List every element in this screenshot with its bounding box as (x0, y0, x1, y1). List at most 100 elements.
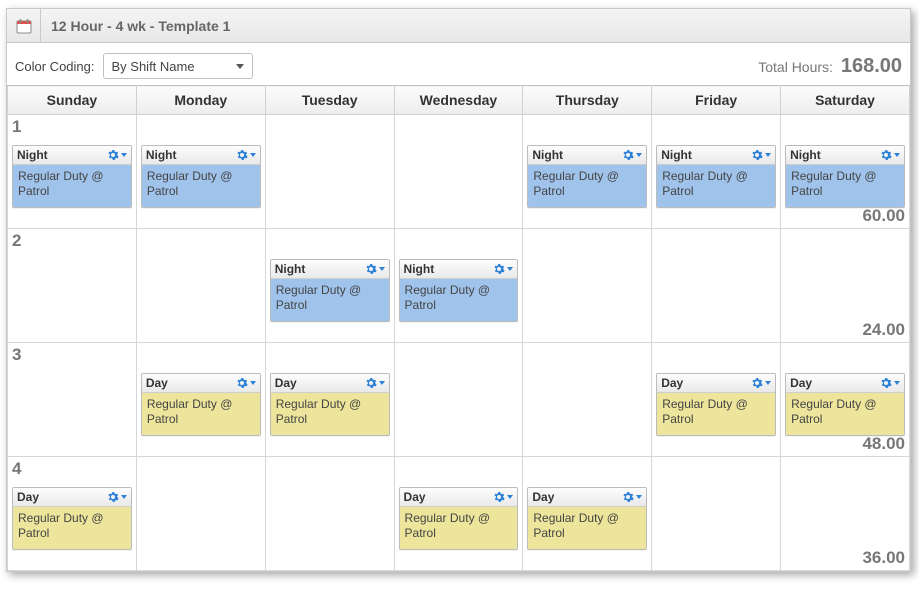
gear-icon[interactable] (236, 377, 256, 389)
template-window: 12 Hour - 4 wk - Template 1 Color Coding… (6, 8, 911, 572)
week-total: 48.00 (862, 434, 905, 454)
shift-duty: Regular Duty @ Patrol (13, 165, 131, 207)
shift-header: Day (271, 374, 389, 393)
week-number: 1 (12, 117, 21, 137)
day-cell[interactable] (652, 229, 781, 343)
day-cell[interactable]: DayRegular Duty @ Patrol (394, 457, 523, 571)
shift-block[interactable]: Night Regular Duty @ Patrol (12, 145, 132, 208)
shift-name: Day (17, 490, 39, 504)
day-cell[interactable]: NightRegular Duty @ Patrol (394, 229, 523, 343)
shift-block[interactable]: NightRegular Duty @ Patrol (785, 145, 905, 208)
shift-header: Day (13, 488, 131, 507)
shift-block[interactable]: DayRegular Duty @ Patrol (141, 373, 261, 436)
gear-icon[interactable] (622, 149, 642, 161)
shift-duty: Regular Duty @ Patrol (400, 279, 518, 321)
gear-icon[interactable] (236, 149, 256, 161)
shift-block[interactable]: Day Regular Duty @ Patrol (785, 373, 905, 436)
shift-block[interactable]: Day Regular Duty @ Patrol (12, 487, 132, 550)
shift-block[interactable]: DayRegular Duty @ Patrol (399, 487, 519, 550)
day-cell[interactable]: Day Regular Duty @ Patrol48.00 (781, 343, 910, 457)
day-cell[interactable] (394, 115, 523, 229)
shift-block[interactable]: NightRegular Duty @ Patrol (656, 145, 776, 208)
shift-header: Night (528, 146, 646, 165)
week-row: 4DayRegular Duty @ PatrolDayRegular Duty… (8, 457, 910, 571)
gear-icon[interactable] (107, 491, 127, 503)
shift-header: Day (528, 488, 646, 507)
day-cell[interactable]: DayRegular Duty @ Patrol (265, 343, 394, 457)
day-cell[interactable]: NightRegular Duty @ Patrol (652, 115, 781, 229)
gear-icon[interactable] (880, 377, 900, 389)
shift-header: Night (13, 146, 131, 165)
day-header: Monday (136, 86, 265, 115)
gear-icon[interactable] (751, 149, 771, 161)
shift-duty: Regular Duty @ Patrol (528, 165, 646, 207)
day-cell[interactable]: NightRegular Duty @ Patrol (136, 115, 265, 229)
gear-icon[interactable] (493, 263, 513, 275)
calendar-grid: SundayMondayTuesdayWednesdayThursdayFrid… (7, 85, 910, 571)
day-header: Saturday (781, 86, 910, 115)
gear-icon[interactable] (107, 149, 127, 161)
day-cell[interactable]: DayRegular Duty @ Patrol (652, 343, 781, 457)
day-cell[interactable] (136, 229, 265, 343)
shift-name: Day (532, 490, 554, 504)
template-title: 12 Hour - 4 wk - Template 1 (41, 18, 230, 34)
week-total: 36.00 (862, 548, 905, 568)
shift-duty: Regular Duty @ Patrol (657, 165, 775, 207)
gear-icon[interactable] (493, 491, 513, 503)
day-cell[interactable] (265, 115, 394, 229)
shift-duty: Regular Duty @ Patrol (657, 393, 775, 435)
shift-name: Night (532, 148, 563, 162)
shift-header: Day (657, 374, 775, 393)
shift-block[interactable]: NightRegular Duty @ Patrol (141, 145, 261, 208)
day-cell[interactable]: DayRegular Duty @ Patrol (523, 457, 652, 571)
calendar-icon (7, 9, 41, 42)
week-row: 2NightRegular Duty @ PatrolNightRegular … (8, 229, 910, 343)
day-header: Thursday (523, 86, 652, 115)
shift-block[interactable]: NightRegular Duty @ Patrol (399, 259, 519, 322)
day-cell[interactable] (136, 457, 265, 571)
shift-duty: Regular Duty @ Patrol (13, 507, 131, 549)
day-header: Sunday (8, 86, 137, 115)
day-cell[interactable] (523, 229, 652, 343)
day-cell[interactable]: 36.00 (781, 457, 910, 571)
shift-name: Day (146, 376, 168, 390)
day-cell[interactable]: 3 (8, 343, 137, 457)
shift-block[interactable]: DayRegular Duty @ Patrol (527, 487, 647, 550)
shift-name: Night (17, 148, 48, 162)
shift-block[interactable]: Night Regular Duty @ Patrol (527, 145, 647, 208)
day-cell[interactable] (394, 343, 523, 457)
day-cell[interactable] (265, 457, 394, 571)
day-cell[interactable]: NightRegular Duty @ Patrol60.00 (781, 115, 910, 229)
color-coding-value: By Shift Name (112, 59, 195, 74)
gear-icon[interactable] (365, 263, 385, 275)
shift-duty: Regular Duty @ Patrol (786, 393, 904, 435)
day-cell[interactable]: 4 Day Regular Duty @ Patrol (8, 457, 137, 571)
shift-duty: Regular Duty @ Patrol (142, 165, 260, 207)
day-cell[interactable] (523, 343, 652, 457)
gear-icon[interactable] (365, 377, 385, 389)
week-number: 4 (12, 459, 21, 479)
shift-header: Night (271, 260, 389, 279)
shift-block[interactable]: NightRegular Duty @ Patrol (270, 259, 390, 322)
shift-name: Day (790, 376, 812, 390)
shift-name: Day (275, 376, 297, 390)
day-header: Wednesday (394, 86, 523, 115)
day-cell[interactable]: Night Regular Duty @ Patrol (523, 115, 652, 229)
day-header: Tuesday (265, 86, 394, 115)
day-cell[interactable]: 24.00 (781, 229, 910, 343)
day-cell[interactable] (652, 457, 781, 571)
day-cell[interactable]: 1 Night Regular Duty @ Patrol (8, 115, 137, 229)
total-hours: Total Hours: 168.00 (758, 55, 902, 78)
day-cell[interactable]: NightRegular Duty @ Patrol (265, 229, 394, 343)
day-cell[interactable]: 2 (8, 229, 137, 343)
shift-header: Day (400, 488, 518, 507)
gear-icon[interactable] (622, 491, 642, 503)
gear-icon[interactable] (880, 149, 900, 161)
shift-duty: Regular Duty @ Patrol (786, 165, 904, 207)
shift-block[interactable]: DayRegular Duty @ Patrol (656, 373, 776, 436)
day-cell[interactable]: DayRegular Duty @ Patrol (136, 343, 265, 457)
color-coding-select[interactable]: By Shift Name (103, 53, 253, 79)
shift-block[interactable]: DayRegular Duty @ Patrol (270, 373, 390, 436)
shift-name: Day (404, 490, 426, 504)
gear-icon[interactable] (751, 377, 771, 389)
